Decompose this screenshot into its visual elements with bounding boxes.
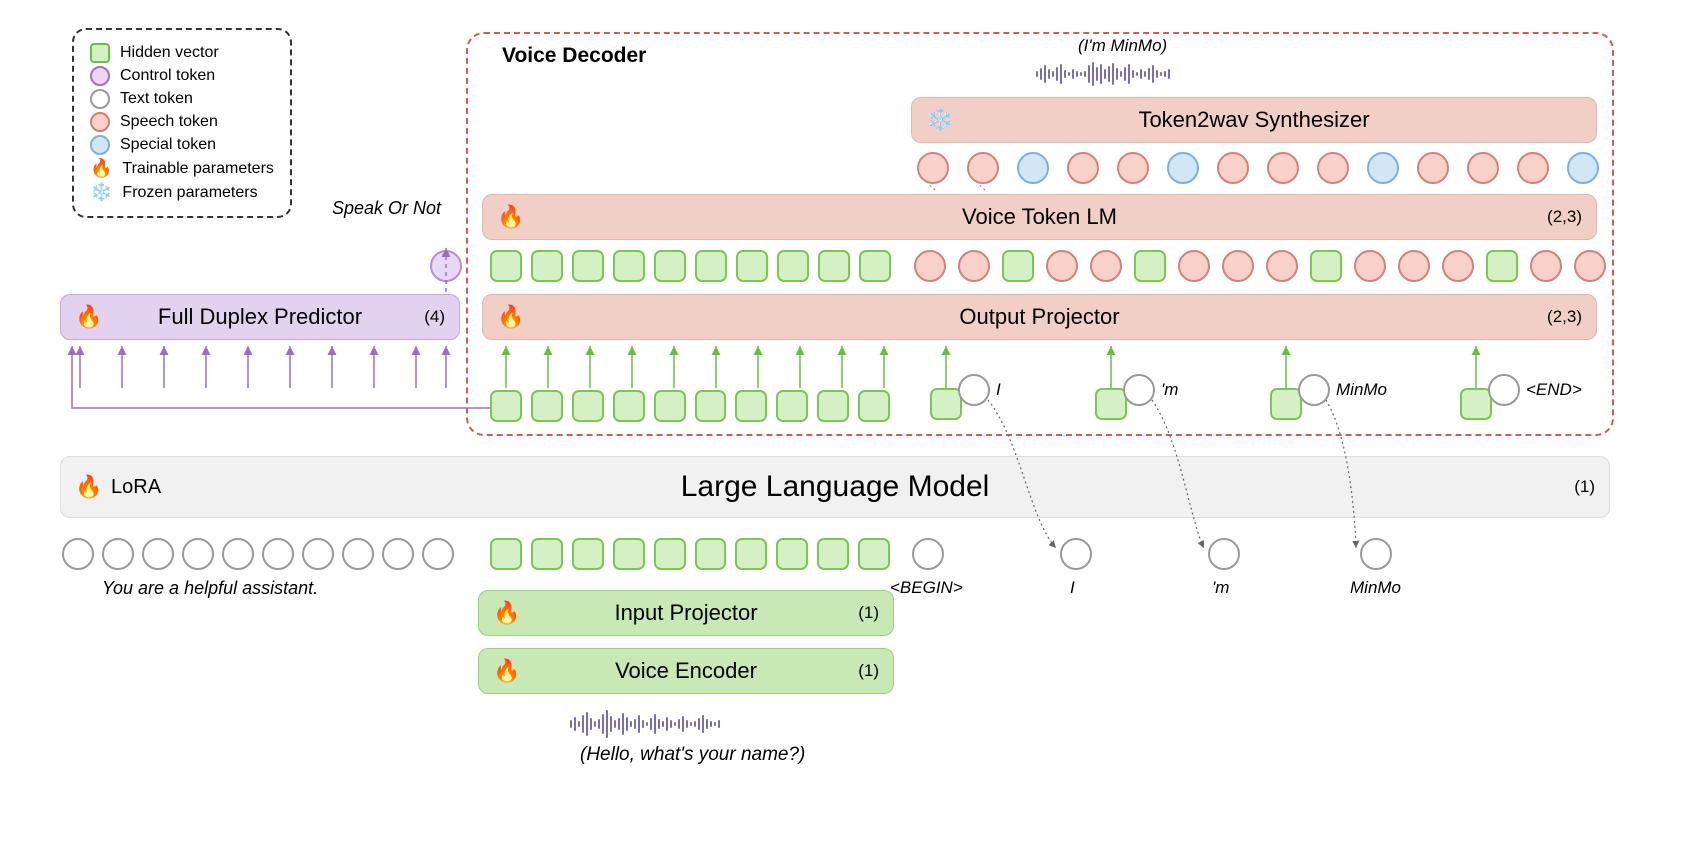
voice-token-lm-block: 🔥 Voice Token LM (2,3) (482, 194, 1597, 240)
control-token (430, 250, 462, 282)
flame-icon: 🔥 (497, 304, 524, 330)
ar-i (1060, 538, 1092, 570)
flame-icon: 🔥 (75, 304, 102, 330)
flame-icon: 🔥 (75, 474, 102, 500)
speak-or-not-label: Speak Or Not (332, 198, 441, 219)
lm-input-row (490, 250, 891, 282)
architecture-diagram: Hidden vector Control token Text token S… (0, 0, 1704, 858)
flame-icon: 🔥 (90, 158, 112, 179)
flame-icon: 🔥 (493, 600, 520, 626)
input-projector-block: 🔥 Input Projector (1) (478, 590, 894, 636)
output-projector-block: 🔥 Output Projector (2,3) (482, 294, 1597, 340)
snowflake-icon: ❄️ (90, 182, 112, 203)
llm-block: 🔥 LoRA Large Language Model (1) (60, 456, 1610, 518)
legend: Hidden vector Control token Text token S… (72, 28, 292, 218)
waveform-bottom (570, 710, 720, 738)
ar-minmo-label: MinMo (1350, 578, 1401, 598)
ar-m-label: 'm (1212, 578, 1229, 598)
lm-input-row-mixed (914, 250, 1606, 282)
voice-encoder-block: 🔥 Voice Encoder (1) (478, 648, 894, 694)
bottom-caption: (Hello, what's your name?) (580, 744, 805, 766)
synth-tokens-row (917, 152, 1599, 184)
full-duplex-block: 🔥 Full Duplex Predictor (4) (60, 294, 460, 340)
legend-trainable: 🔥Trainable parameters (90, 158, 274, 179)
legend-frozen: ❄️Frozen parameters (90, 182, 274, 203)
legend-hidden: Hidden vector (90, 43, 274, 63)
legend-control: Control token (90, 66, 274, 86)
prompt-caption: You are a helpful assistant. (102, 578, 318, 599)
flame-icon: 🔥 (497, 204, 524, 230)
audio-embeddings (490, 538, 890, 570)
voice-decoder-title: Voice Decoder (502, 44, 646, 68)
waveform-top (1036, 62, 1170, 86)
ar-minmo (1360, 538, 1392, 570)
flame-icon: 🔥 (493, 658, 520, 684)
begin-token (912, 538, 944, 570)
ar-i-label: I (1070, 578, 1075, 598)
ar-m (1208, 538, 1240, 570)
snowflake-icon: ❄️ (926, 107, 953, 133)
llm-output-squares (490, 390, 890, 422)
legend-special: Special token (90, 135, 274, 155)
top-caption: (I'm MinMo) (1078, 36, 1167, 56)
legend-text: Text token (90, 89, 274, 109)
begin-label: <BEGIN> (890, 578, 963, 598)
token2wav-block: ❄️ Token2wav Synthesizer (911, 97, 1597, 143)
prompt-tokens (62, 538, 454, 570)
legend-speech: Speech token (90, 112, 274, 132)
